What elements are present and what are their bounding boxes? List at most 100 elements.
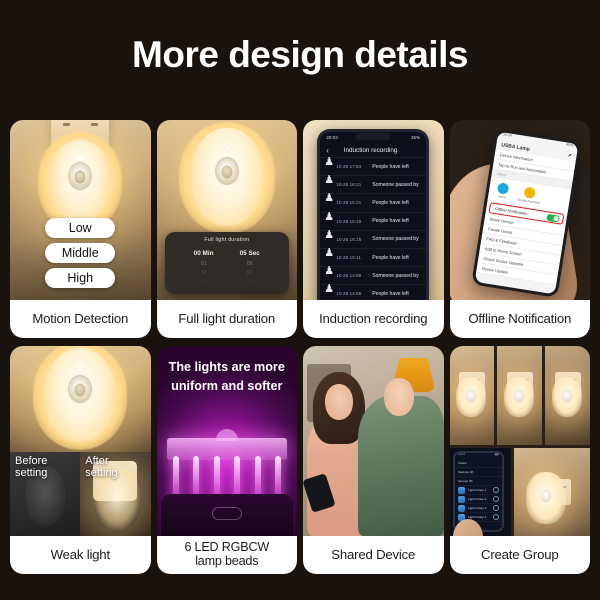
status-time: 20:03 [326,135,338,140]
shortcut-google-assistant[interactable]: Google Assistant [517,186,542,205]
list-item[interactable]: 10-25 15:15 Someone passed by [320,230,427,249]
card-weak-light[interactable]: Before setting After setting Weak light [10,346,151,574]
feature-card-grid: Low Middle High Motion Detection Full li… [10,120,590,574]
duration-minutes-option-2: 02 [200,270,207,276]
log-event: People have left [372,163,409,170]
induction-log-list[interactable]: 10-25 17:53 People have left 10-25 16:21… [320,157,427,300]
card-full-light-duration[interactable]: Full light duration 00 Min 01 02 03 05 S… [156,120,297,338]
log-event: People have left [372,254,409,261]
log-time: 10-25 14:59 [336,273,362,279]
device-label: Light Group 3 [468,506,487,511]
motion-sensor-icon [67,374,94,405]
duration-minutes-option-1: 01 [200,261,207,267]
card-shared-device[interactable]: Shared Device [303,346,444,574]
list-item[interactable]: 10-25 17:53 People have left [320,157,427,177]
card-induction-recording[interactable]: 20:03 35% ‹ Induction recording 10-25 17… [303,120,444,338]
log-time: 10-25 16:21 [336,182,362,188]
group-list-header: Groups (5) [455,477,502,487]
status-time: 16:24 [502,132,513,139]
shortcut-label: Google Assistant [516,197,541,206]
card-media-weak-light: Before setting After setting [10,346,151,536]
phone-notch [356,133,391,140]
log-event: Someone passed by [372,272,419,279]
shortcut-alexa[interactable]: Alexa [496,182,510,201]
collage-photo-3 [545,346,590,445]
walking-person-icon [324,175,334,190]
log-time: 10-25 15:21 [336,200,362,206]
duration-picker-panel[interactable]: Full light duration 00 Min 01 02 03 05 S… [164,232,289,294]
option-low[interactable]: Low [45,218,116,238]
list-item[interactable]: 10-25 14:59 Someone passed by [320,266,427,286]
lamp-button[interactable] [211,507,242,520]
walking-person-icon [324,212,334,227]
group-list-item[interactable]: Light Group 2 [455,495,502,505]
indicator-dot-icon [78,366,83,370]
card-media-full-light-duration: Full light duration 00 Min 01 02 03 05 S… [156,120,297,300]
walking-person-icon [324,193,334,208]
offline-notification-toggle[interactable] [546,213,561,223]
log-time: 10-25 14:55 [336,291,362,297]
walking-person-icon [324,157,334,172]
card-rgbcw-lamp-beads[interactable]: The lights are more uniform and softer 6… [156,346,297,574]
option-middle[interactable]: Middle [45,243,116,263]
status-icons: ▮▮▮ [494,453,499,457]
before-caption: Before setting [15,455,48,480]
card-create-group[interactable]: 16:24 ▮▮▮ Useful Devices (2) Groups (5) … [449,346,591,574]
device-icon [458,486,466,494]
log-event: People have left [372,290,409,297]
log-event: Someone passed by [372,181,419,188]
gear-icon[interactable] [492,496,499,503]
group-list-item[interactable]: Light Group 1 [455,486,502,496]
gear-icon[interactable] [492,505,499,512]
list-item[interactable]: 10-25 14:55 People have left [320,284,426,300]
list-item[interactable]: 10-25 15:11 People have left [320,248,427,268]
device-icon [458,495,466,503]
collage-photo-2 [497,346,543,445]
card-motion-detection[interactable]: Low Middle High Motion Detection [10,120,151,338]
collage-top-row [449,346,591,445]
night-light-body [191,128,262,226]
duration-seconds-option-1: 06 [246,261,253,267]
duration-seconds-option-2: 07 [246,270,253,276]
motion-sensor-icon [213,156,240,187]
page-title: More design details [132,34,468,75]
duration-column-minutes[interactable]: 00 Min 01 02 03 [194,250,214,285]
card-media-induction-recording: 20:03 35% ‹ Induction recording 10-25 17… [303,120,444,300]
after-caption: After setting [85,455,118,480]
duration-panel-title: Full light duration [204,237,250,243]
duration-minutes-selected: 00 Min [193,250,214,257]
night-light-body [51,140,110,222]
group-list-item[interactable]: Light Group 3 [455,504,502,514]
phone-mockup: 20:03 35% ‹ Induction recording 10-25 17… [317,129,430,300]
card-label-motion-detection: Motion Detection [10,300,151,338]
alexa-icon [496,182,510,196]
outlet-slot-right [90,123,98,126]
duration-seconds-option-3: 08 [246,279,253,285]
card-label-create-group: Create Group [449,536,590,574]
group-list-header: Useful [455,459,502,469]
google-assistant-icon [523,186,537,200]
rgb-headline: The lights are more uniform and softer [168,360,285,393]
night-light [456,377,487,418]
night-light [551,377,582,418]
log-event: People have left [372,199,409,206]
card-label-rgbcw-lamp-beads: 6 LED RGBCW lamp beads [156,536,297,574]
after-panel: After setting [80,452,151,536]
walking-person-icon [324,284,334,299]
list-item[interactable]: 10-25 16:21 Someone passed by [320,175,427,195]
walking-person-icon [324,230,334,245]
page-root: More design details Low Middle High Moti… [0,0,600,600]
log-event: People have left [372,218,409,225]
list-item[interactable]: 10-25 15:19 People have left [320,212,427,231]
duration-column-seconds[interactable]: 05 Sec 06 07 08 [240,250,260,285]
list-item[interactable]: 10-25 15:21 People have left [320,193,427,213]
gear-icon[interactable] [492,514,499,521]
sensitivity-options: Low Middle High [45,218,116,288]
card-offline-notification[interactable]: 16:24 40% USBA Lamp ↗ Device Information… [449,120,590,338]
share-icon[interactable]: ↗ [567,153,572,160]
duration-minutes-option-3: 03 [200,279,207,285]
option-high[interactable]: High [45,268,116,288]
night-light [503,377,534,418]
person-right-face [383,378,414,416]
gear-icon[interactable] [492,487,499,494]
